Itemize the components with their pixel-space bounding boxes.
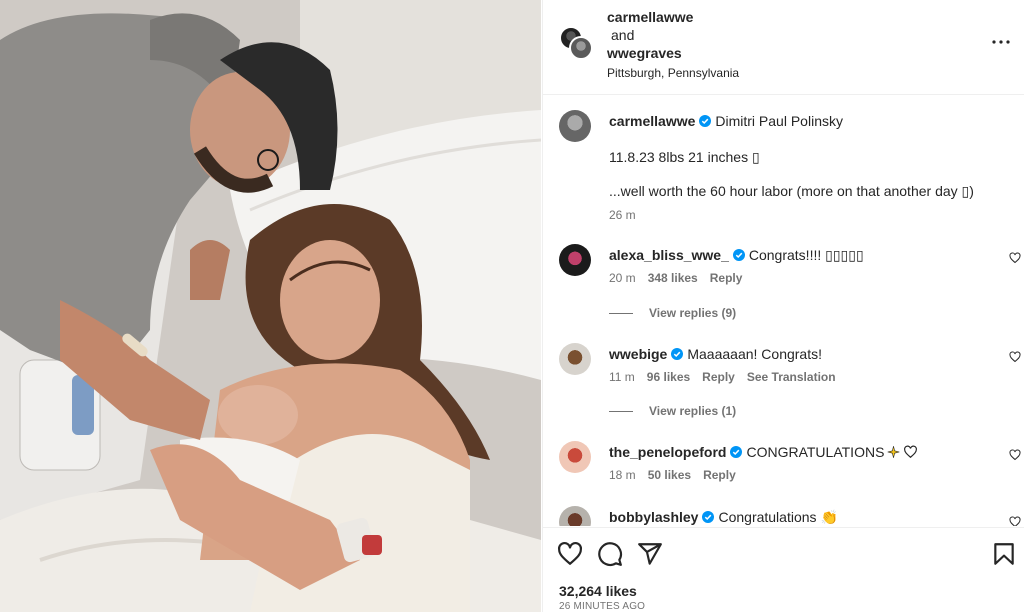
- reply-button[interactable]: Reply: [703, 468, 736, 482]
- comment-meta: 11 m 96 likes Reply See Translation: [609, 370, 848, 384]
- comment-line: alexa_bliss_wwe_ Congrats!!!! ▯▯▯▯▯: [609, 246, 985, 264]
- view-replies-button[interactable]: View replies (1): [609, 404, 736, 418]
- caption-line: carmellawwe Dimitri Paul Polinsky: [609, 112, 985, 130]
- collab-avatars[interactable]: [559, 26, 595, 62]
- like-comment-heart-icon[interactable]: [1009, 449, 1021, 461]
- comment-username[interactable]: the_penelopeford: [609, 444, 726, 460]
- reply-button[interactable]: Reply: [702, 370, 735, 384]
- share-icon[interactable]: [637, 541, 663, 567]
- see-translation-button[interactable]: See Translation: [747, 370, 836, 384]
- comment-text: Maaaaaan! Congrats!: [687, 346, 822, 362]
- avatar: [569, 36, 593, 60]
- comment-username[interactable]: bobbylashley: [609, 509, 698, 525]
- comment-text: CONGRATULATIONS: [746, 444, 885, 460]
- likes-count[interactable]: 32,264 likes: [559, 583, 637, 599]
- bookmark-icon[interactable]: [991, 541, 1017, 567]
- comment-username[interactable]: wwebige: [609, 346, 667, 362]
- avatar[interactable]: [559, 244, 591, 276]
- verified-icon: [671, 348, 684, 360]
- author-username[interactable]: carmellawwe: [607, 8, 739, 26]
- caption-text: 11.8.23 8lbs 21 inches ▯: [609, 149, 760, 165]
- post-photo[interactable]: [0, 0, 541, 612]
- action-bar: 32,264 likes 26 MINUTES AGO: [543, 527, 1024, 612]
- timestamp: 20 m: [609, 271, 636, 285]
- avatar[interactable]: [559, 110, 591, 142]
- comment-username[interactable]: alexa_bliss_wwe_: [609, 247, 729, 263]
- comment-likes[interactable]: 50 likes: [648, 468, 691, 482]
- like-comment-heart-icon[interactable]: [1009, 516, 1021, 526]
- like-comment-heart-icon[interactable]: [1009, 252, 1021, 264]
- collab-username[interactable]: wwegraves: [607, 44, 739, 62]
- comments-list[interactable]: carmellawwe Dimitri Paul Polinsky 11.8.23…: [543, 96, 1024, 526]
- verified-icon: [730, 446, 743, 458]
- post-header: carmellawwe and wwegraves Pittsburgh, Pe…: [543, 0, 1024, 95]
- heart-icon: [904, 445, 918, 459]
- sparkles-icon: [888, 446, 900, 458]
- caption-time: 26 m: [609, 208, 648, 222]
- comment-line: bobbylashley Congratulations 👏: [609, 508, 985, 526]
- timestamp: 18 m: [609, 468, 636, 482]
- verified-icon: [699, 115, 712, 127]
- reply-button[interactable]: Reply: [710, 271, 743, 285]
- timestamp: 26 m: [609, 208, 636, 222]
- divider: [609, 313, 633, 315]
- collab-names: carmellawwe and wwegraves Pittsburgh, Pe…: [607, 8, 739, 82]
- view-replies-label: View replies (9): [649, 306, 737, 320]
- divider: [609, 411, 633, 413]
- comment-likes[interactable]: 96 likes: [647, 370, 690, 384]
- verified-icon: [702, 511, 715, 523]
- comment-meta: 20 m 348 likes Reply: [609, 271, 754, 285]
- verified-icon: [732, 249, 745, 261]
- post-timestamp: 26 MINUTES AGO: [559, 601, 646, 612]
- like-comment-heart-icon[interactable]: [1009, 351, 1021, 363]
- caption-text: ...well worth the 60 hour labor (more on…: [609, 183, 974, 199]
- collab-conjunction: and: [611, 27, 635, 43]
- post-side-panel: carmellawwe and wwegraves Pittsburgh, Pe…: [542, 0, 1024, 612]
- heart-icon[interactable]: [557, 541, 583, 567]
- comment-text: Congrats!!!! ▯▯▯▯▯: [748, 247, 864, 263]
- hospital-photo: [0, 0, 541, 612]
- avatar[interactable]: [559, 441, 591, 473]
- view-replies-label: View replies (1): [649, 404, 737, 418]
- comment-icon[interactable]: [597, 541, 623, 567]
- comment-line: wwebige Maaaaaan! Congrats!: [609, 345, 985, 363]
- comment-likes[interactable]: 348 likes: [648, 271, 698, 285]
- avatar[interactable]: [559, 343, 591, 375]
- caption-username[interactable]: carmellawwe: [609, 113, 695, 129]
- comment-meta: 18 m 50 likes Reply: [609, 468, 748, 482]
- view-replies-button[interactable]: View replies (9): [609, 306, 736, 320]
- avatar[interactable]: [559, 506, 591, 526]
- timestamp: 11 m: [609, 370, 635, 384]
- comment-line: the_penelopeford CONGRATULATIONS: [609, 443, 985, 461]
- clapping-icon: 👏: [820, 509, 838, 525]
- more-icon[interactable]: [989, 30, 1013, 54]
- location-link[interactable]: Pittsburgh, Pennsylvania: [607, 64, 739, 82]
- comment-text: Congratulations: [718, 509, 817, 525]
- caption-text: Dimitri Paul Polinsky: [715, 113, 843, 129]
